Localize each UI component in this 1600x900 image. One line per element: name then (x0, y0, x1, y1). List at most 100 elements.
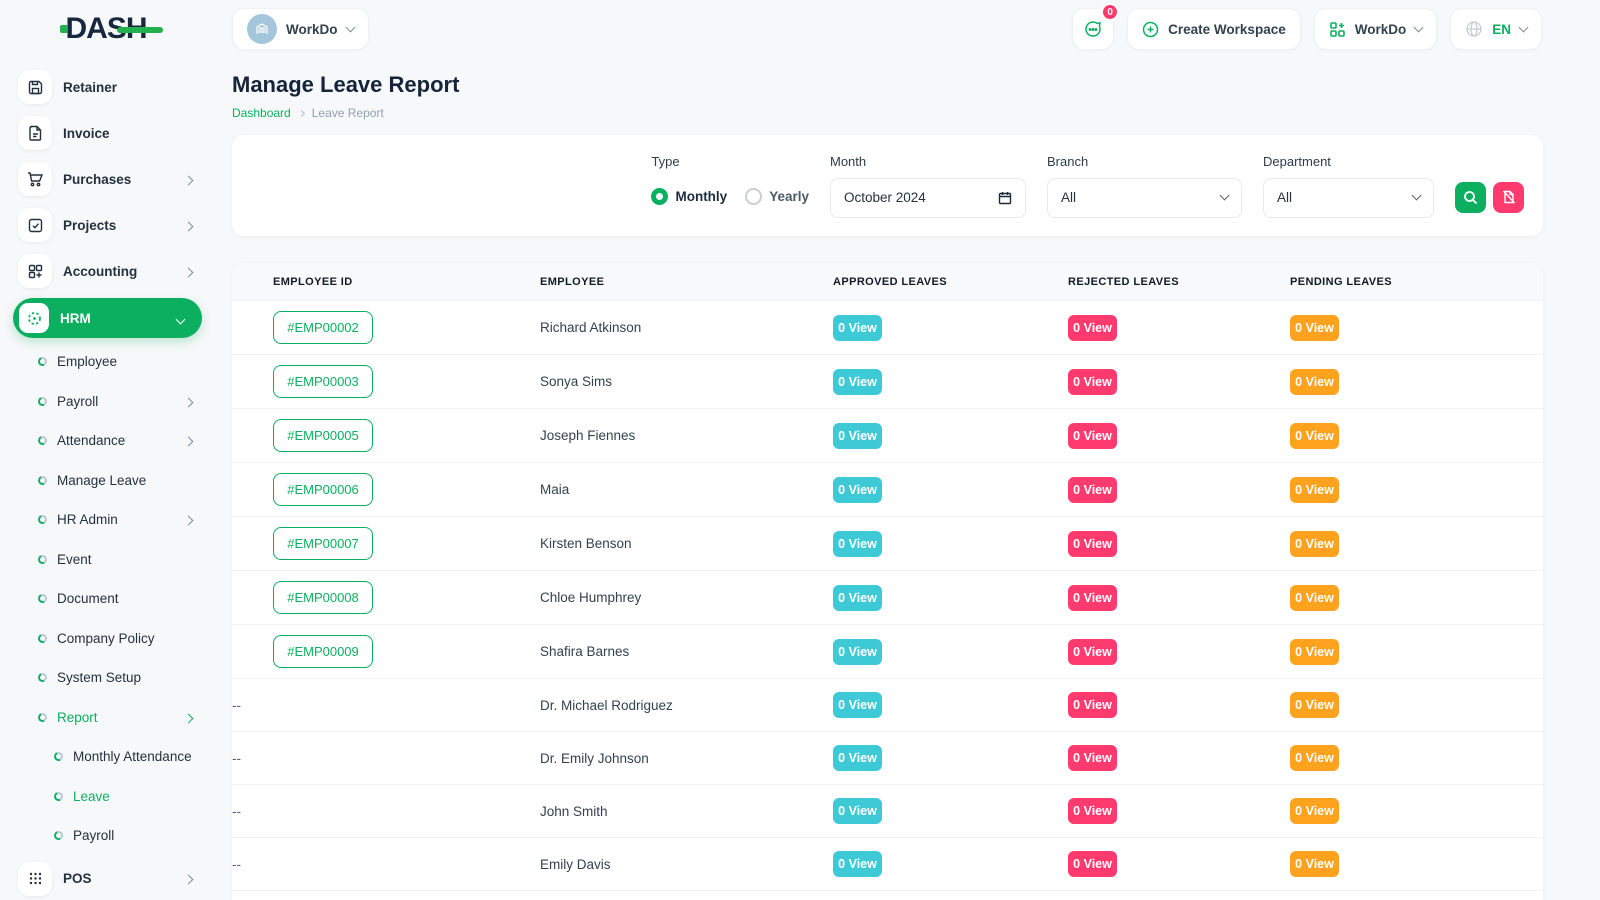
approved-leaves-view-button[interactable]: 0 View (833, 692, 882, 718)
rejected-leaves-view-button[interactable]: 0 View (1068, 423, 1117, 449)
employee-id-button[interactable]: #EMP00007 (273, 527, 373, 560)
approved-leaves-view-button[interactable]: 0 View (833, 798, 882, 824)
pending-leaves-view-button[interactable]: 0 View (1290, 798, 1339, 824)
employee-id-button[interactable]: #EMP00005 (273, 419, 373, 452)
approved-leaves-view-button[interactable]: 0 View (833, 745, 882, 771)
pending-leaves-view-button[interactable]: 0 View (1290, 692, 1339, 718)
rejected-leaves-view-button[interactable]: 0 View (1068, 315, 1117, 341)
approved-leaves-view-button[interactable]: 0 View (833, 423, 882, 449)
sidebar-item-document[interactable]: Document (0, 579, 216, 619)
hrm-icon (19, 303, 49, 333)
sidebar-item-payroll[interactable]: Payroll (0, 382, 216, 422)
sidebar-item-system-setup[interactable]: System Setup (0, 658, 216, 698)
sidebar-item-label: Leave (73, 789, 110, 804)
employee-name: Chloe Humphrey (540, 590, 641, 605)
rejected-leaves-view-button[interactable]: 0 View (1068, 639, 1117, 665)
approved-leaves-view-button[interactable]: 0 View (833, 851, 882, 877)
approved-leaves-view-button[interactable]: 0 View (833, 369, 882, 395)
rejected-leaves-view-button[interactable]: 0 View (1068, 745, 1117, 771)
create-workspace-button[interactable]: Create Workspace (1127, 8, 1301, 50)
month-input[interactable]: October 2024 (830, 178, 1026, 218)
rejected-leaves-view-button[interactable]: 0 View (1068, 585, 1117, 611)
table-row: #EMP00002Richard Atkinson0 View0 View0 V… (232, 301, 1543, 355)
sidebar-item-projects[interactable]: Projects (0, 202, 216, 248)
month-value: October 2024 (844, 190, 926, 205)
employee-id-button[interactable]: #EMP00003 (273, 365, 373, 398)
language-code: EN (1492, 22, 1511, 37)
pending-leaves-view-button[interactable]: 0 View (1290, 315, 1339, 341)
rejected-leaves-view-button[interactable]: 0 View (1068, 798, 1117, 824)
employee-id-button[interactable]: #EMP00008 (273, 581, 373, 614)
rejected-leaves-view-button[interactable]: 0 View (1068, 692, 1117, 718)
approved-leaves-view-button[interactable]: 0 View (833, 585, 882, 611)
rejected-leaves-view-button[interactable]: 0 View (1068, 531, 1117, 557)
sidebar-item-label: Invoice (63, 126, 110, 141)
sidebar-item-event[interactable]: Event (0, 540, 216, 580)
chevron-down-icon (1414, 23, 1424, 33)
employee-name: Sonya Sims (540, 374, 612, 389)
sidebar-item-employee[interactable]: Employee (0, 342, 216, 382)
radio-unselected-icon (745, 188, 762, 205)
sidebar-item-attendance[interactable]: Attendance (0, 421, 216, 461)
sidebar-item-report[interactable]: Report (0, 698, 216, 738)
pending-leaves-view-button[interactable]: 0 View (1290, 745, 1339, 771)
rejected-leaves-view-button[interactable]: 0 View (1068, 851, 1117, 877)
search-icon (1463, 190, 1478, 205)
radio-yearly[interactable]: Yearly (745, 188, 809, 205)
search-button[interactable] (1455, 182, 1486, 213)
approved-leaves-view-button[interactable]: 0 View (833, 477, 882, 503)
radio-monthly[interactable]: Monthly (651, 188, 727, 205)
pending-leaves-view-button[interactable]: 0 View (1290, 851, 1339, 877)
workspace-switcher[interactable]: WorkDo (232, 8, 369, 50)
sidebar-item-invoice[interactable]: Invoice (0, 110, 216, 156)
sidebar-item-company-policy[interactable]: Company Policy (0, 619, 216, 659)
calendar-icon (998, 191, 1012, 205)
sidebar-item-leave[interactable]: Leave (0, 777, 216, 817)
sidebar-item-label: Employee (57, 354, 117, 369)
rejected-leaves-view-button[interactable]: 0 View (1068, 477, 1117, 503)
department-filter: Department All (1263, 154, 1434, 218)
employee-id-button[interactable]: #EMP00006 (273, 473, 373, 506)
col-pending-leaves: PENDING LEAVES (1290, 263, 1543, 301)
chevron-down-icon (1220, 191, 1230, 201)
sidebar-item-accounting[interactable]: Accounting (0, 248, 216, 294)
pending-leaves-view-button[interactable]: 0 View (1290, 423, 1339, 449)
sidebar-item-monthly-attendance[interactable]: Monthly Attendance (0, 737, 216, 777)
sidebar-item-payroll[interactable]: Payroll (0, 816, 216, 856)
workdo-menu-button[interactable]: WorkDo (1314, 8, 1438, 50)
breadcrumb-dashboard-link[interactable]: Dashboard (232, 106, 291, 120)
sidebar-item-manage-leave[interactable]: Manage Leave (0, 461, 216, 501)
pending-leaves-view-button[interactable]: 0 View (1290, 531, 1339, 557)
approved-leaves-view-button[interactable]: 0 View (833, 639, 882, 665)
branch-select[interactable]: All (1047, 178, 1242, 218)
file-slash-icon (1502, 190, 1516, 204)
sidebar-item-purchases[interactable]: Purchases (0, 156, 216, 202)
sidebar-item-retainer[interactable]: Retainer (0, 64, 216, 110)
breadcrumb-current: Leave Report (312, 106, 384, 120)
sidebar-item-label: Manage Leave (57, 473, 146, 488)
department-select[interactable]: All (1263, 178, 1434, 218)
sidebar-item-hr-admin[interactable]: HR Admin (0, 500, 216, 540)
pending-leaves-view-button[interactable]: 0 View (1290, 639, 1339, 665)
projects-icon (18, 208, 52, 242)
sidebar-item-pos[interactable]: POS (0, 856, 216, 900)
pending-leaves-view-button[interactable]: 0 View (1290, 585, 1339, 611)
leave-report-table-card: EMPLOYEE ID EMPLOYEE APPROVED LEAVES REJ… (232, 263, 1543, 900)
language-selector[interactable]: EN (1450, 8, 1542, 50)
approved-leaves-view-button[interactable]: 0 View (833, 315, 882, 341)
employee-id-button[interactable]: #EMP00002 (273, 311, 373, 344)
pending-leaves-view-button[interactable]: 0 View (1290, 369, 1339, 395)
pending-leaves-view-button[interactable]: 0 View (1290, 477, 1339, 503)
rejected-leaves-view-button[interactable]: 0 View (1068, 369, 1117, 395)
sidebar-item-label: Payroll (57, 394, 98, 409)
sidebar-item-hrm[interactable]: HRM (13, 298, 202, 338)
employee-name: Dr. Emily Johnson (540, 751, 649, 766)
messages-button[interactable]: 0 (1072, 8, 1114, 50)
employee-name: Shafira Barnes (540, 644, 629, 659)
employee-id-button[interactable]: #EMP00009 (273, 635, 373, 668)
pos-icon (18, 862, 52, 896)
radio-selected-icon (651, 188, 668, 205)
reset-button[interactable] (1493, 182, 1524, 213)
brand-logo[interactable]: DASH (65, 12, 146, 46)
approved-leaves-view-button[interactable]: 0 View (833, 531, 882, 557)
